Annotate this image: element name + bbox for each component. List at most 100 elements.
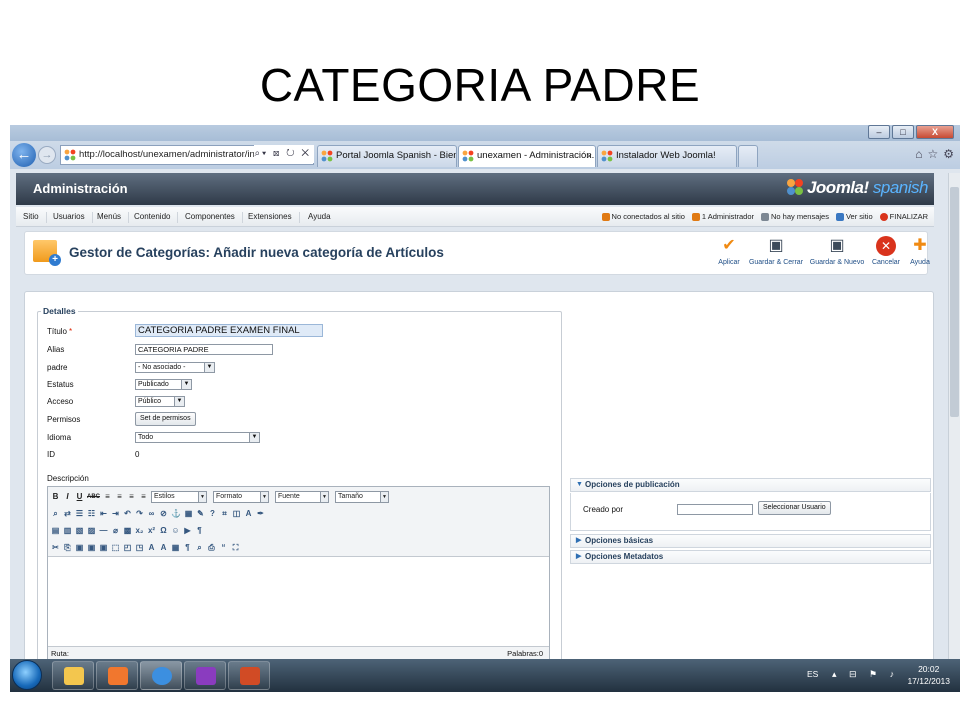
- status-select[interactable]: Publicado ▼: [135, 379, 192, 390]
- language-select[interactable]: Todo ▼: [135, 432, 260, 443]
- table-icon[interactable]: ▤: [51, 526, 60, 535]
- cleanup-icon[interactable]: ✎: [196, 509, 205, 518]
- ltr-icon[interactable]: ¶: [195, 526, 204, 535]
- logout-link[interactable]: FINALIZAR: [879, 212, 928, 221]
- undo-icon[interactable]: ↶: [123, 509, 132, 518]
- move-layer-icon[interactable]: ◳: [135, 543, 144, 552]
- permissions-button[interactable]: Set de permisos: [135, 412, 196, 426]
- numbered-list-icon[interactable]: ☷: [87, 509, 96, 518]
- link-icon[interactable]: ∞: [147, 509, 156, 518]
- language-indicator[interactable]: ES: [807, 669, 818, 679]
- print-icon[interactable]: ⎙: [207, 543, 216, 553]
- remove-format-icon[interactable]: ⌀: [111, 526, 120, 535]
- copy-icon[interactable]: ⎘: [63, 543, 72, 553]
- access-select[interactable]: Público ▼: [135, 396, 185, 407]
- superscript-icon[interactable]: x²: [147, 526, 156, 535]
- bullet-list-icon[interactable]: ☰: [75, 509, 84, 518]
- new-tab-button[interactable]: [738, 145, 758, 167]
- save-close-button[interactable]: ▣ Guardar & Cerrar: [746, 236, 806, 266]
- favorites-icon[interactable]: ☆: [927, 147, 938, 161]
- cancel-button[interactable]: ✕ Cancelar: [867, 236, 905, 266]
- unlink-icon[interactable]: ⊘: [159, 509, 168, 518]
- basic-options-header[interactable]: ▶ Opciones básicas: [570, 534, 931, 548]
- menu-item-contenido[interactable]: Contenido: [127, 212, 179, 223]
- maximize-button[interactable]: □: [892, 125, 914, 139]
- insert-layer-icon[interactable]: ◰: [123, 543, 132, 552]
- apply-button[interactable]: ✔ Aplicar: [707, 236, 751, 266]
- home-icon[interactable]: ⌂: [915, 147, 922, 161]
- align-left-icon[interactable]: ≡: [103, 492, 112, 501]
- highlight-icon[interactable]: ✒: [256, 509, 265, 518]
- visual-aid-icon[interactable]: ▩: [123, 526, 132, 535]
- format-select[interactable]: Formato ▼: [213, 490, 269, 503]
- outdent-icon[interactable]: ⇤: [99, 509, 108, 518]
- align-right-icon[interactable]: ≡: [127, 492, 136, 501]
- font-color-icon[interactable]: A: [244, 509, 253, 518]
- paste-text-icon[interactable]: ▣: [87, 543, 96, 552]
- save-new-button[interactable]: ▣ Guardar & Nuevo: [808, 236, 866, 266]
- emoticon-icon[interactable]: ☺: [171, 526, 180, 535]
- paste-icon[interactable]: ▣: [75, 543, 84, 552]
- font-select[interactable]: Fuente ▼: [275, 490, 329, 503]
- attributes-icon[interactable]: A: [159, 543, 168, 552]
- alias-field[interactable]: CATEGORIA PADRE: [135, 344, 273, 355]
- blockquote-icon[interactable]: “: [219, 543, 228, 552]
- settings-icon[interactable]: ⚙: [943, 147, 954, 161]
- paste-word-icon[interactable]: ▣: [99, 543, 108, 552]
- menu-item-sitio[interactable]: Sitio: [16, 212, 47, 223]
- tab-close-icon[interactable]: ×: [587, 146, 592, 166]
- replace-icon[interactable]: ⇄: [63, 509, 72, 518]
- align-center-icon[interactable]: ≡: [115, 492, 124, 501]
- title-field[interactable]: CATEGORIA PADRE EXAMEN FINAL: [135, 324, 323, 337]
- split-icon[interactable]: ▨: [87, 526, 96, 535]
- taskbar-explorer[interactable]: [52, 661, 94, 690]
- strikethrough-icon[interactable]: ABC: [87, 494, 100, 500]
- align-justify-icon[interactable]: ≡: [139, 492, 148, 501]
- status-messages[interactable]: No hay mensajes: [761, 212, 829, 221]
- select-all-icon[interactable]: ⬚: [111, 543, 120, 552]
- style-icon[interactable]: A: [147, 543, 156, 552]
- fullscreen-icon[interactable]: ⛶: [231, 543, 240, 553]
- help-button[interactable]: ✚ Ayuda: [905, 236, 935, 266]
- parent-select[interactable]: - No asociado - ▼: [135, 362, 215, 373]
- taskbar-onenote[interactable]: [184, 661, 226, 690]
- scrollbar-thumb[interactable]: [950, 187, 959, 417]
- tab-unexamen[interactable]: unexamen - Administración... ×: [458, 145, 596, 167]
- tab-portal-joomla[interactable]: Portal Joomla Spanish - Bienve...: [317, 145, 457, 167]
- cell-icon[interactable]: ▧: [75, 526, 84, 535]
- view-site-link[interactable]: Ver sitio: [835, 212, 873, 221]
- horizontal-rule-icon[interactable]: —: [99, 526, 108, 535]
- taskbar-internet-explorer[interactable]: [140, 661, 182, 690]
- page-scrollbar[interactable]: [948, 173, 960, 663]
- html-icon[interactable]: ⌗: [220, 509, 229, 519]
- bold-icon[interactable]: B: [51, 492, 60, 501]
- underline-icon[interactable]: U: [75, 492, 84, 501]
- preview-icon[interactable]: ⌕: [195, 543, 204, 553]
- styles-select[interactable]: Estilos ▼: [151, 490, 207, 503]
- image-icon[interactable]: ▦: [184, 509, 193, 518]
- template-icon[interactable]: ▦: [171, 543, 180, 552]
- tab-instalador[interactable]: Instalador Web Joomla!: [597, 145, 737, 167]
- menu-item-usuarios[interactable]: Usuarios: [46, 212, 93, 223]
- forward-button[interactable]: →: [38, 146, 56, 164]
- created-by-field[interactable]: [677, 504, 753, 515]
- indent-icon[interactable]: ⇥: [111, 509, 120, 518]
- taskbar-powerpoint[interactable]: [228, 661, 270, 690]
- publishing-options-header[interactable]: ▼ Opciones de publicación: [570, 478, 931, 492]
- menu-item-ayuda[interactable]: Ayuda: [301, 212, 338, 223]
- start-button[interactable]: [12, 660, 42, 690]
- editor-content-area[interactable]: [48, 557, 549, 647]
- metadata-options-header[interactable]: ▶ Opciones Metadatos: [570, 550, 931, 564]
- menu-item-menus[interactable]: Menús: [90, 212, 130, 223]
- code-icon[interactable]: ◫: [232, 509, 241, 518]
- redo-icon[interactable]: ↷: [135, 509, 144, 518]
- size-select[interactable]: Tamaño ▼: [335, 490, 389, 503]
- special-char-icon[interactable]: Ω: [159, 526, 168, 535]
- select-user-button[interactable]: Seleccionar Usuario: [758, 501, 831, 515]
- menu-item-componentes[interactable]: Componentes: [178, 212, 243, 223]
- find-icon[interactable]: ⌕: [51, 509, 60, 519]
- media-icon[interactable]: ▶: [183, 526, 192, 535]
- address-tools[interactable]: ⌕▾ ⊠ ↻ ✕: [254, 145, 314, 163]
- pilcrow-icon[interactable]: ¶: [183, 543, 192, 552]
- taskbar-media-player[interactable]: [96, 661, 138, 690]
